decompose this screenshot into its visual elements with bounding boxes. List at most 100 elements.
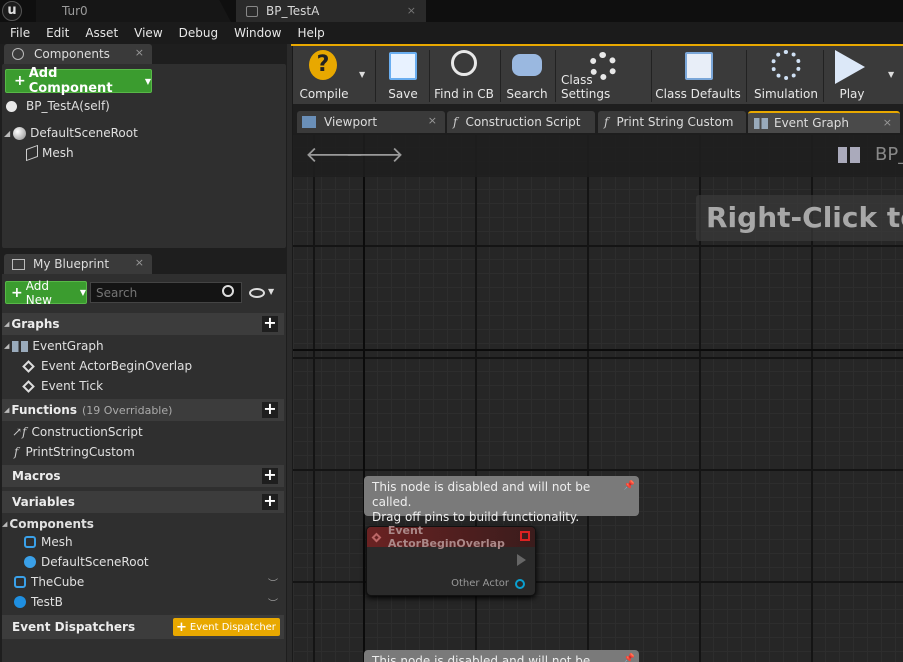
close-icon[interactable]: × <box>428 114 437 127</box>
add-macro-button[interactable]: + <box>262 467 278 484</box>
tree-label: Components <box>9 517 94 531</box>
tab-event-graph[interactable]: Event Graph × <box>748 111 900 133</box>
menu-edit[interactable]: Edit <box>38 26 77 40</box>
variable-item-mesh[interactable]: Mesh <box>24 532 73 552</box>
find-magnifier-icon <box>451 50 477 76</box>
tab-construction-script[interactable]: f Construction Script <box>447 111 595 133</box>
doc-tab-label: BP_TestA <box>266 4 320 18</box>
variable-subcategory-components[interactable]: ◢ Components <box>2 514 94 534</box>
tab-label: My Blueprint <box>33 257 110 271</box>
function-item-printstringcustom[interactable]: f PrintStringCustom <box>14 442 135 462</box>
event-node-actorbeginoverlap[interactable]: Event ActorBeginOverlap Other Actor <box>366 524 536 596</box>
class-defaults-button[interactable]: Class Defaults <box>655 46 741 104</box>
menu-debug[interactable]: Debug <box>171 26 226 40</box>
close-icon[interactable]: × <box>135 46 144 59</box>
comment-line: Drag off pins to build functionality. <box>372 510 580 524</box>
mesh-component-icon <box>24 536 36 548</box>
visibility-toggle-icon[interactable]: ︶ <box>268 595 278 610</box>
find-in-cb-button[interactable]: Find in CB <box>433 46 495 104</box>
visibility-toggle-icon[interactable]: ︶ <box>268 575 278 590</box>
tree-item-self[interactable]: BP_TestA(self) <box>6 96 110 116</box>
search-button[interactable]: Search <box>504 46 550 104</box>
variable-item-testb[interactable]: TestB ︶ <box>14 592 282 612</box>
graph-breadcrumb[interactable]: BP_ <box>875 144 903 165</box>
add-new-button[interactable]: + Add New ▼ <box>5 279 87 307</box>
category-functions[interactable]: ◢ Functions (19 Overridable) + <box>2 399 284 421</box>
class-defaults-label: Class Defaults <box>655 87 741 101</box>
chevron-down-icon[interactable]: ▼ <box>359 70 365 79</box>
simulation-button[interactable]: Simulation <box>753 46 819 104</box>
chevron-down-icon[interactable]: ▼ <box>268 287 274 296</box>
category-macros[interactable]: Macros + <box>2 465 284 487</box>
event-graph-canvas[interactable]: 🡐 🡒 BP_ Right-Click to C This node is di… <box>293 133 903 662</box>
pin-icon[interactable]: 📌 <box>624 652 635 662</box>
search-label: Search <box>506 87 548 101</box>
play-icon <box>835 50 865 84</box>
tree-label: PrintStringCustom <box>25 445 135 459</box>
category-title: Graphs <box>11 317 60 331</box>
search-icon[interactable] <box>222 285 234 297</box>
chevron-down-icon[interactable]: ▼ <box>888 70 894 79</box>
save-button[interactable]: Save <box>383 46 423 104</box>
graph-item-eventgraph[interactable]: ◢ EventGraph <box>4 336 104 356</box>
level-icon <box>42 6 54 17</box>
graph-item-actorbeginoverlap[interactable]: Event ActorBeginOverlap <box>22 356 193 376</box>
splitter[interactable] <box>287 44 292 662</box>
variable-item-defaultsceneroot[interactable]: DefaultSceneRoot <box>24 552 149 572</box>
variable-item-thecube[interactable]: TheCube ︶ <box>14 572 282 592</box>
simulation-label: Simulation <box>754 87 818 101</box>
close-icon[interactable]: × <box>135 256 144 269</box>
exec-pin-icon[interactable] <box>517 554 526 566</box>
add-event-dispatcher-button[interactable]: + Event Dispatcher <box>173 618 280 636</box>
category-variables[interactable]: Variables + <box>2 491 284 513</box>
menu-file[interactable]: File <box>2 26 38 40</box>
node-title: Event ActorBeginOverlap <box>387 524 505 550</box>
forward-arrow-icon[interactable]: 🡒 <box>345 142 404 168</box>
tree-item-defaultsceneroot[interactable]: ◢ DefaultSceneRoot <box>4 123 138 143</box>
gear-icon <box>589 52 617 80</box>
tab-components[interactable]: Components × <box>4 44 152 64</box>
tab-my-blueprint[interactable]: My Blueprint × <box>4 254 152 274</box>
tree-label: ConstructionScript <box>31 425 143 439</box>
add-function-button[interactable]: + <box>262 401 278 418</box>
add-variable-button[interactable]: + <box>262 493 278 510</box>
compile-button[interactable]: ? Compile <box>295 46 353 104</box>
tree-item-mesh[interactable]: Mesh <box>26 143 74 163</box>
menu-view[interactable]: View <box>126 26 170 40</box>
object-pin-icon[interactable] <box>515 579 525 589</box>
tree-label: DefaultSceneRoot <box>30 126 138 140</box>
class-settings-button[interactable]: Class Settings <box>561 46 645 104</box>
menu-window[interactable]: Window <box>226 26 289 40</box>
tab-viewport[interactable]: Viewport × <box>297 111 445 133</box>
tree-label: Event Tick <box>41 379 104 393</box>
category-graphs[interactable]: ◢ Graphs + <box>2 313 284 335</box>
disabled-comment-bubble: This node is disabled and will not be ca… <box>364 650 639 662</box>
play-label: Play <box>839 87 865 101</box>
doc-tab-tur0[interactable]: Tur0 <box>36 0 231 22</box>
close-icon[interactable]: × <box>883 116 892 129</box>
category-title: Functions <box>11 403 77 417</box>
components-panel: + Add Component ▼ BP_TestA(self) ◢ Defau… <box>2 64 286 248</box>
doc-tab-bp-testa[interactable]: BP_TestA × <box>236 0 426 22</box>
play-button[interactable]: Play <box>829 46 875 104</box>
tab-print-string-custom[interactable]: f Print String Custom <box>598 111 746 133</box>
pin-icon[interactable]: 📌 <box>624 479 635 494</box>
simulation-icon <box>771 50 801 80</box>
category-title: Macros <box>12 469 61 483</box>
search-input[interactable] <box>90 282 242 303</box>
tree-label: Event ActorBeginOverlap <box>41 359 193 373</box>
delegate-pin-icon[interactable] <box>520 531 530 541</box>
event-diamond-icon <box>22 359 35 373</box>
eye-icon[interactable] <box>249 288 265 298</box>
binoculars-icon <box>512 54 542 76</box>
function-item-constructionscript[interactable]: ↗f ConstructionScript <box>12 422 143 442</box>
menu-asset[interactable]: Asset <box>77 26 126 40</box>
unreal-logo-icon[interactable]: u <box>2 1 22 21</box>
close-icon[interactable]: × <box>407 4 416 17</box>
graph-item-eventtick[interactable]: Event Tick <box>22 376 104 396</box>
event-diamond-icon <box>371 532 382 542</box>
add-component-button[interactable]: + Add Component ▼ <box>5 66 152 96</box>
menu-help[interactable]: Help <box>289 26 332 40</box>
add-graph-button[interactable]: + <box>262 315 278 332</box>
category-event-dispatchers[interactable]: Event Dispatchers + Event Dispatcher <box>2 615 284 639</box>
